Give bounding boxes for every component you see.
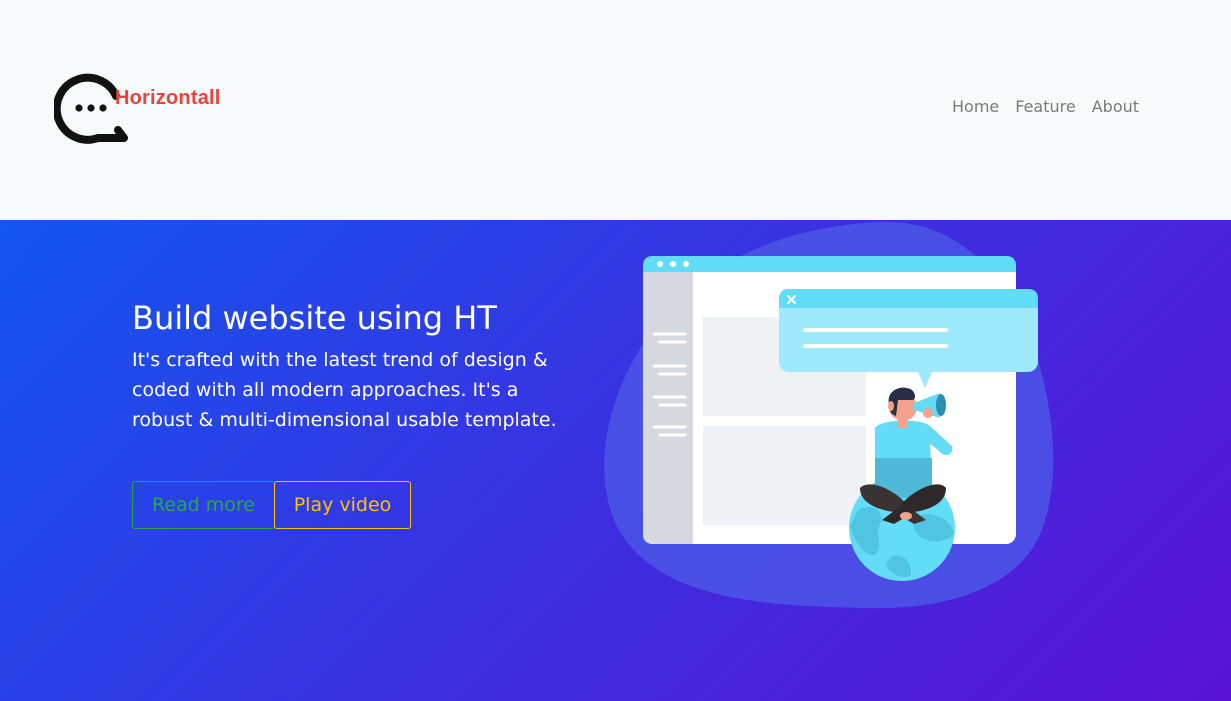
nav-link-feature[interactable]: Feature [1007, 97, 1083, 117]
hero-title: Build website using HT [132, 299, 497, 337]
website-hero-illustration [604, 221, 1054, 609]
nav-item-feature: Feature [1007, 97, 1083, 117]
nav-item-about: About [1084, 97, 1147, 117]
nav-link-about[interactable]: About [1084, 97, 1147, 117]
brand-name: Horizontall [115, 87, 221, 109]
main-nav: Home Feature About [944, 97, 1147, 117]
nav-link-home[interactable]: Home [944, 97, 1007, 117]
hero-lead: It's crafted with the latest trend of de… [132, 349, 557, 431]
navbar: Horizontall Home Feature About [0, 0, 1231, 220]
brand-link[interactable]: Horizontall [54, 70, 244, 146]
play-video-button[interactable]: Play video [274, 481, 411, 529]
nav-item-home: Home [944, 97, 1007, 117]
read-more-button[interactable]: Read more [132, 481, 275, 529]
hero-section: Build website using HT It's crafted with… [0, 220, 1231, 701]
